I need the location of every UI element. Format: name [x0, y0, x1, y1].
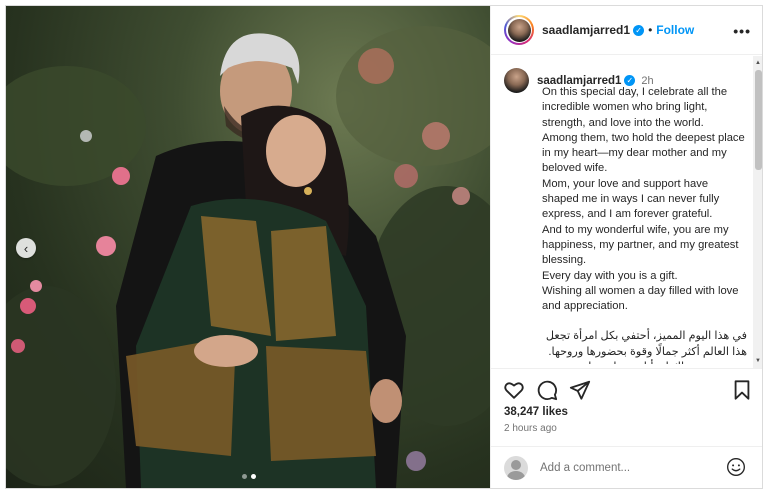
- caption-line: Among them, two hold the deepest place i…: [542, 131, 745, 175]
- action-bar: [491, 368, 762, 410]
- comment-icon[interactable]: [536, 379, 558, 401]
- caption-line: Mom, your love and support have shaped m…: [542, 177, 720, 221]
- caption-line: Wishing all women a day filled with love…: [542, 284, 739, 313]
- post-header: saadlamjarred1 ✓ • Follow •••: [491, 6, 762, 55]
- caption-avatar[interactable]: [504, 68, 529, 93]
- more-options-icon[interactable]: •••: [733, 23, 751, 39]
- caption-line: Every day with you is a gift.: [542, 269, 678, 282]
- caption-area[interactable]: saadlamjarred1 ✓ 2h On this special day,…: [491, 56, 751, 364]
- comment-input[interactable]: [540, 461, 710, 474]
- carousel-dot: [242, 474, 247, 479]
- author-avatar[interactable]: [507, 18, 531, 42]
- post-photo[interactable]: ‹: [6, 6, 490, 488]
- comment-bar: [491, 446, 762, 488]
- follow-button[interactable]: Follow: [656, 23, 694, 37]
- heart-icon[interactable]: [503, 379, 525, 401]
- carousel-dot-active: [251, 474, 256, 479]
- carousel-dots: [242, 474, 256, 479]
- posted-time: 2 hours ago: [504, 423, 557, 434]
- caption-line: And to my wonderful wife, you are my hap…: [542, 223, 739, 267]
- scroll-up-icon[interactable]: ▲: [755, 60, 761, 66]
- bookmark-icon[interactable]: [731, 379, 753, 401]
- carousel-prev-button[interactable]: ‹: [16, 238, 36, 258]
- caption-arabic: في هذا اليوم المميز، أحتفي بكل امرأة تجع…: [545, 330, 747, 364]
- header-separator: •: [648, 23, 653, 37]
- post-side-panel: saadlamjarred1 ✓ • Follow ••• saadlamjar…: [490, 6, 762, 488]
- author-username[interactable]: saadlamjarred1: [542, 23, 630, 37]
- share-icon[interactable]: [569, 379, 591, 401]
- scroll-down-icon[interactable]: ▼: [755, 358, 761, 364]
- viewer-avatar: [504, 455, 528, 480]
- scroll-thumb[interactable]: [755, 70, 762, 170]
- emoji-icon[interactable]: [726, 457, 746, 477]
- likes-count[interactable]: 38,247 likes: [504, 406, 568, 418]
- story-ring[interactable]: [504, 15, 534, 45]
- photo-scene: [6, 26, 490, 488]
- caption-scrollbar[interactable]: ▲ ▼: [753, 56, 762, 368]
- caption-line: On this special day, I celebrate all the…: [542, 86, 728, 129]
- verified-badge-icon: ✓: [633, 24, 645, 36]
- post-dialog: ‹ saadlamjarred1 ✓ • Follow ••• saadlamj…: [5, 5, 763, 489]
- caption-text: On this special day, I celebrate all the…: [542, 85, 747, 364]
